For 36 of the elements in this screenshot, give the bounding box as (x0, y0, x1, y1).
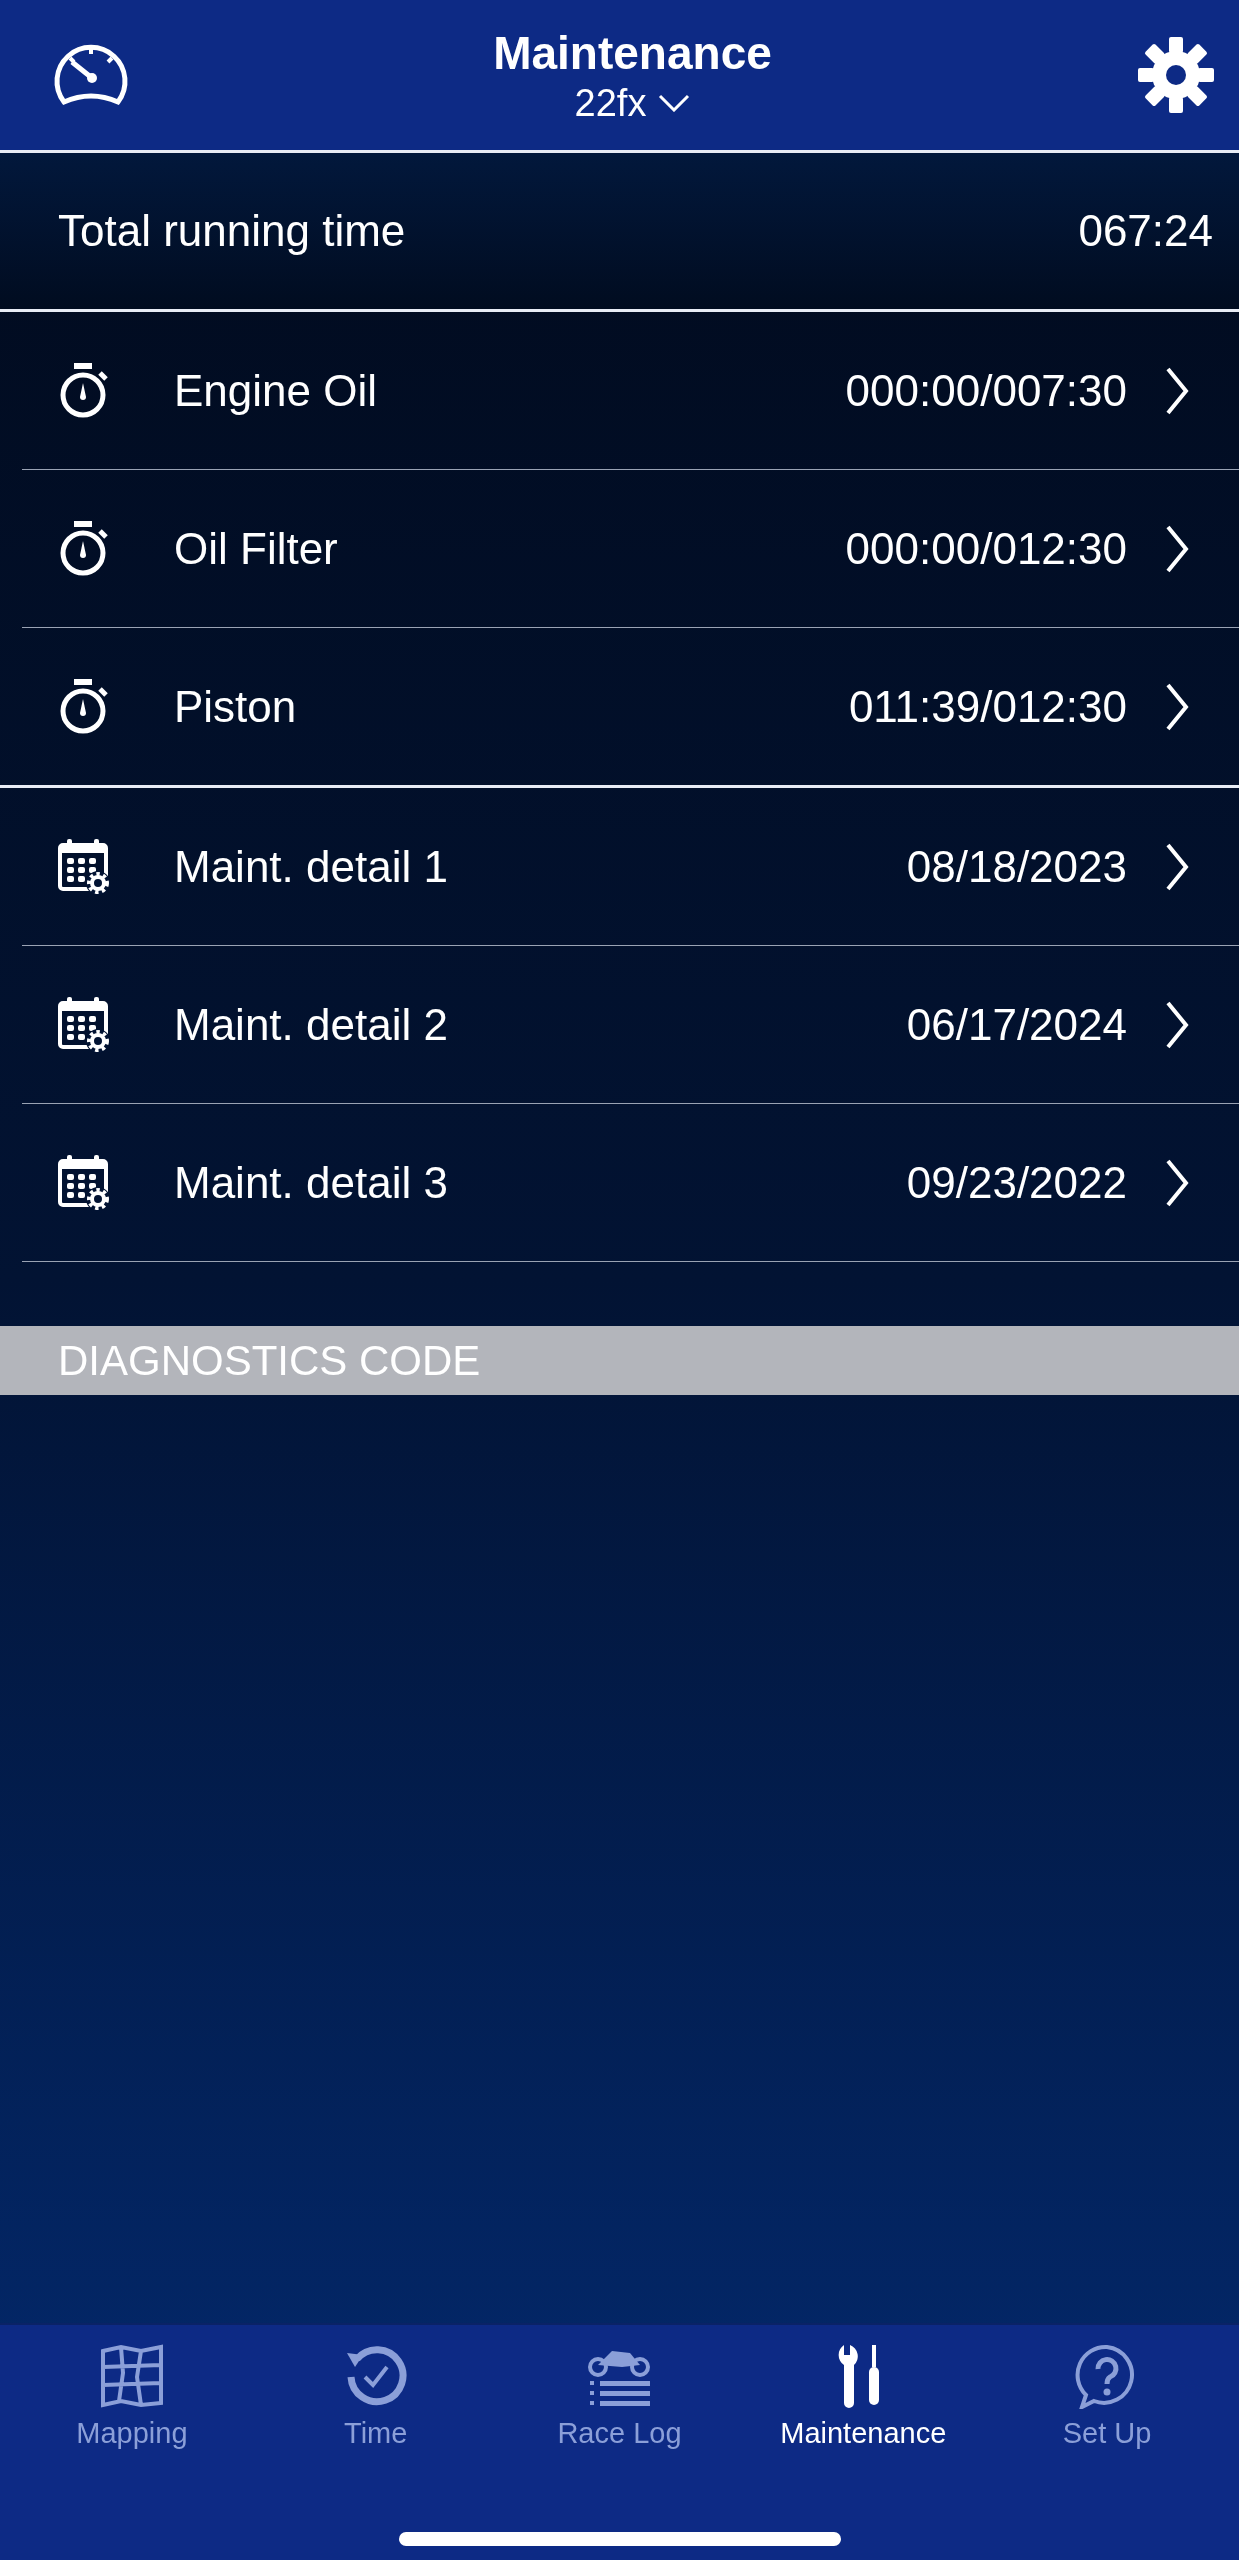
item-value: 06/17/2024 (906, 999, 1127, 1050)
chevron-right-icon (1165, 999, 1189, 1050)
maintenance-row[interactable]: Maint. detail 3 09/23/2022 (22, 1104, 1239, 1262)
settings-icon[interactable] (1135, 34, 1217, 116)
item-value: 09/23/2022 (906, 1157, 1127, 1208)
maintenance-row[interactable]: Maint. detail 2 06/17/2024 (22, 946, 1239, 1104)
tab[interactable]: Maintenance (741, 2343, 986, 2450)
item-value: 011:39/012:30 (848, 681, 1127, 732)
tab[interactable]: Set Up (985, 2343, 1229, 2450)
chevron-down-icon (658, 94, 691, 112)
maintenance-row[interactable]: Engine Oil 000:00/007:30 (22, 312, 1239, 470)
model-selector[interactable]: 22fx (574, 81, 691, 125)
chevron-right-icon (1165, 1157, 1189, 1208)
screen-title: Maintenance (493, 25, 772, 80)
maintenance-row[interactable]: Maint. detail 1 08/18/2023 (22, 788, 1239, 946)
item-value: 000:00/007:30 (845, 365, 1127, 416)
chevron-right-icon (1165, 681, 1189, 732)
total-running-value: 067:24 (1078, 206, 1213, 256)
item-label: Maint. detail 2 (174, 999, 449, 1050)
chevron-right-icon (1165, 841, 1189, 892)
tab[interactable]: Race Log (497, 2343, 742, 2450)
item-label: Piston (174, 681, 298, 732)
tab[interactable]: Time (253, 2343, 498, 2450)
tab[interactable]: Mapping (10, 2343, 254, 2450)
map-icon (98, 2343, 165, 2409)
item-label: Engine Oil (174, 365, 378, 416)
item-label: Maint. detail 1 (174, 841, 449, 892)
item-value: 000:00/012:30 (845, 523, 1127, 574)
chevron-right-icon (1165, 365, 1189, 416)
section-header: DIAGNOSTICS CODE (0, 1326, 1239, 1395)
maintenance-row[interactable]: Oil Filter 000:00/012:30 (22, 470, 1239, 628)
item-value: 08/18/2023 (906, 841, 1127, 892)
item-label: Maint. detail 3 (174, 1157, 449, 1208)
item-label: Oil Filter (174, 523, 339, 574)
total-running-label: Total running time (58, 206, 406, 256)
chevron-right-icon (1165, 523, 1189, 574)
